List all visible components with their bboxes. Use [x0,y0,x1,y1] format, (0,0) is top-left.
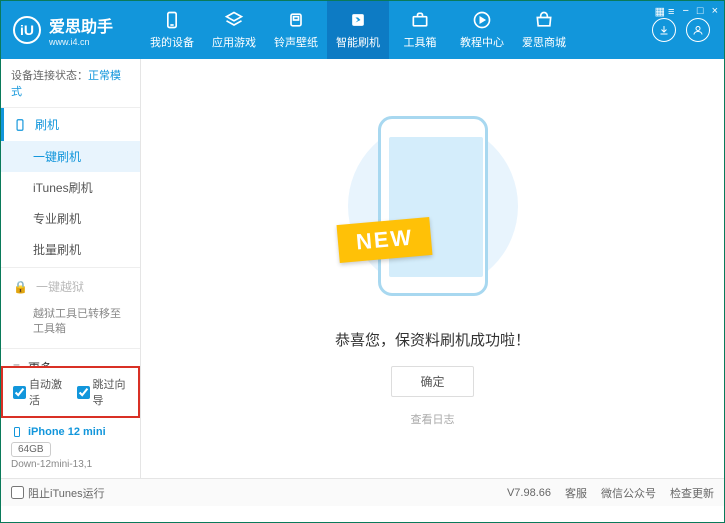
download-icon [658,24,670,36]
sidebar-item-pro[interactable]: 专业刷机 [1,203,140,234]
success-message: 恭喜您，保资料刷机成功啦！ [335,329,530,350]
confirm-button[interactable]: 确定 [391,366,473,397]
sidebar-item-itunes[interactable]: iTunes刷机 [1,172,140,203]
check-update-link[interactable]: 检查更新 [670,485,714,501]
sidebar-section-flash[interactable]: 刷机 [1,108,140,141]
download-button[interactable] [652,18,676,42]
sidebar-item-batch[interactable]: 批量刷机 [1,234,140,265]
sidebar: 设备连接状态：正常模式 刷机 一键刷机 iTunes刷机 专业刷机 批量刷机 🔒… [1,59,141,478]
minimize-button[interactable]: − [682,5,688,18]
nav-ringtone[interactable]: 铃声壁纸 [265,1,327,59]
close-button[interactable]: × [712,5,718,18]
nav-label: 铃声壁纸 [274,34,318,50]
nav-label: 我的设备 [150,34,194,50]
jailbreak-note: 越狱工具已转移至工具箱 [1,303,140,346]
phone-illustration: NEW [368,111,498,301]
device-name[interactable]: iPhone 12 mini [11,426,130,438]
nav-label: 智能刷机 [336,34,380,50]
device-icon [162,10,182,30]
footer-left: 阻止iTunes运行 [11,485,105,501]
block-itunes-checkbox[interactable]: 阻止iTunes运行 [11,485,105,501]
nav-my-device[interactable]: 我的设备 [141,1,203,59]
nav-label: 应用游戏 [212,34,256,50]
support-link[interactable]: 客服 [565,485,587,501]
section-label: 刷机 [35,116,59,133]
nav-tutorial[interactable]: 教程中心 [451,1,513,59]
checkbox-label: 阻止iTunes运行 [28,485,105,501]
maximize-button[interactable]: □ [697,5,704,18]
nav-label: 教程中心 [460,34,504,50]
body-area: 设备连接状态：正常模式 刷机 一键刷机 iTunes刷机 专业刷机 批量刷机 🔒… [1,59,724,478]
toolbox-icon [410,10,430,30]
menu-button[interactable]: ▦ ≡ [655,5,675,18]
view-log-link[interactable]: 查看日志 [411,411,455,427]
wechat-link[interactable]: 微信公众号 [601,485,656,501]
nav-apps[interactable]: 应用游戏 [203,1,265,59]
options-checkbox-row: 自动激活 跳过向导 [1,366,140,418]
nav-smart-flash[interactable]: 智能刷机 [327,1,389,59]
device-info: iPhone 12 mini 64GB Down-12mini-13,1 [1,418,140,478]
status-label: 设备连接状态： [11,70,88,82]
flash-icon [348,10,368,30]
user-icon [692,24,704,36]
user-button[interactable] [686,18,710,42]
device-model: Down-12mini-13,1 [11,459,130,470]
nav-store[interactable]: 爱思商城 [513,1,575,59]
section-label: 一键越狱 [36,278,84,295]
window-controls: ▦ ≡ − □ × [655,5,718,18]
tutorial-icon [472,10,492,30]
checkbox-label: 跳过向导 [93,376,129,408]
ringtone-icon [286,10,306,30]
app-name: 爱思助手 [49,13,113,37]
device-name-text: iPhone 12 mini [28,426,106,438]
logo-icon: iU [13,16,41,44]
auto-activate-checkbox[interactable]: 自动激活 [13,376,65,408]
nav-toolbox[interactable]: 工具箱 [389,1,451,59]
device-storage: 64GB [11,442,51,457]
app-url: www.i4.cn [49,37,113,47]
logo-area: iU 爱思助手 www.i4.cn [1,13,141,47]
apps-icon [224,10,244,30]
skip-guide-checkbox[interactable]: 跳过向导 [77,376,129,408]
footer: 阻止iTunes运行 V7.98.66 客服 微信公众号 检查更新 [1,478,724,506]
phone-icon [13,118,27,132]
main-content: NEW 恭喜您，保资料刷机成功啦！ 确定 查看日志 [141,59,724,478]
nav-label: 工具箱 [404,34,437,50]
sidebar-section-more[interactable]: ≡ 更多 [1,351,140,366]
section-label: 更多 [28,359,52,366]
checkbox-label: 自动激活 [29,376,65,408]
store-icon [534,10,554,30]
app-header: iU 爱思助手 www.i4.cn 我的设备 应用游戏 铃声壁纸 智能刷机 工具… [1,1,724,59]
main-nav: 我的设备 应用游戏 铃声壁纸 智能刷机 工具箱 教程中心 爱思商城 [141,1,652,59]
version-label: V7.98.66 [507,487,551,499]
sidebar-item-oneclick[interactable]: 一键刷机 [1,141,140,172]
new-badge: NEW [336,217,432,263]
device-icon [11,426,23,438]
nav-label: 爱思商城 [522,34,566,50]
header-right [652,18,724,42]
sidebar-section-jailbreak[interactable]: 🔒 一键越狱 [1,270,140,303]
connection-status: 设备连接状态：正常模式 [1,59,140,108]
footer-right: V7.98.66 客服 微信公众号 检查更新 [507,485,714,501]
lock-icon: 🔒 [13,280,28,294]
